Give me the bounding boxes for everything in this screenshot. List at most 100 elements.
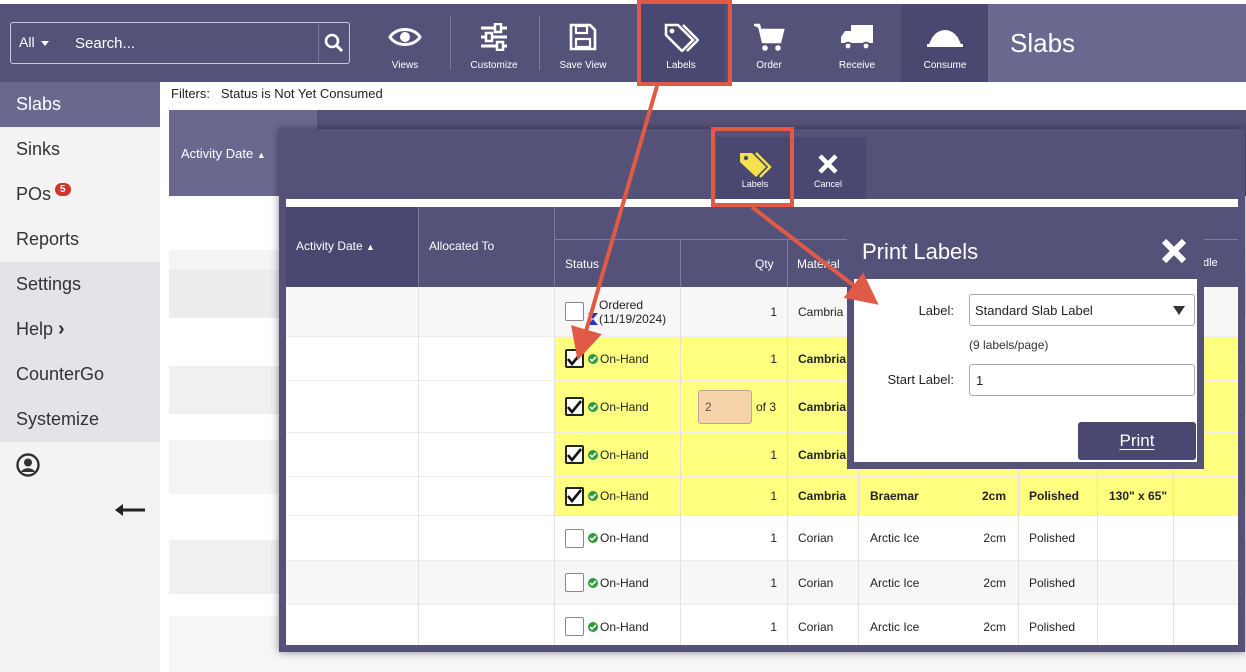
sidebar-item-systemize[interactable]: Systemize xyxy=(0,397,160,442)
status-cell: On-Hand xyxy=(565,381,649,432)
color-cell: Arctic Ice xyxy=(870,619,920,634)
material-cell: Corian xyxy=(798,531,834,545)
column-divider xyxy=(418,207,419,287)
order-button[interactable]: Order xyxy=(725,4,813,82)
allocated-to-column-header[interactable]: Allocated To xyxy=(429,239,494,253)
search-input[interactable] xyxy=(67,24,327,62)
close-icon xyxy=(1161,238,1187,264)
customize-label: Customize xyxy=(470,60,518,71)
status-cell: On-Hand xyxy=(565,561,649,604)
filters-prefix: Filters: xyxy=(171,86,210,101)
background-activity-date-header: Activity Date ▲ xyxy=(181,146,266,161)
table-row[interactable]: On-Hand 1 Corian Arctic Ice 2cm Polished xyxy=(286,605,1238,645)
checkmark-icon xyxy=(567,489,582,503)
status-cell: On-Hand xyxy=(565,433,649,476)
sidebar-item-label: Systemize xyxy=(16,409,100,429)
sidebar-item-countergo[interactable]: CounterGo xyxy=(0,352,160,397)
finish-cell: Polished xyxy=(1029,619,1076,634)
search-scope-dropdown[interactable]: All xyxy=(19,34,49,50)
label-caption: Label: xyxy=(918,303,954,318)
collapse-sidebar-button[interactable] xyxy=(114,502,146,523)
sidebar-item-sinks[interactable]: Sinks xyxy=(0,127,160,172)
row-checkbox[interactable] xyxy=(565,528,584,548)
row-checkbox[interactable] xyxy=(565,302,584,321)
row-checkbox[interactable] xyxy=(565,445,584,464)
color-cell: Arctic Ice xyxy=(870,575,920,590)
color-cell: Arctic Ice xyxy=(870,531,920,545)
row-checkbox[interactable] xyxy=(565,349,584,368)
sidebar-item-settings[interactable]: Settings xyxy=(0,262,160,307)
views-label: Views xyxy=(391,60,419,71)
top-toolbar: All Views Customize Save View Labels Ord… xyxy=(0,0,1246,82)
floppy-disk-icon xyxy=(569,23,597,51)
material-cell: Cambria xyxy=(798,447,847,462)
color-cell: Braemar xyxy=(870,489,919,503)
status-text: On-Hand xyxy=(600,619,649,634)
dialog-title: Print Labels xyxy=(862,239,979,264)
row-checkbox[interactable] xyxy=(565,486,584,506)
label-type-value: Standard Slab Label xyxy=(975,303,1093,318)
edge-column-header[interactable]: dle xyxy=(1203,257,1218,269)
user-circle-icon xyxy=(16,452,40,477)
saw-blade-icon xyxy=(927,30,963,47)
finish-cell: Polished xyxy=(1029,575,1076,590)
material-column-header[interactable]: Material xyxy=(797,257,840,271)
search-button[interactable] xyxy=(318,24,348,62)
shopping-cart-icon xyxy=(754,23,785,51)
sidebar-item-label: Help xyxy=(16,319,54,339)
column-line xyxy=(418,287,419,645)
save-view-button[interactable]: Save View xyxy=(539,4,627,82)
material-cell: Cambria xyxy=(798,351,847,366)
sidebar-item-account[interactable] xyxy=(0,442,160,487)
print-button[interactable]: Print xyxy=(1078,422,1196,460)
check-circle-icon xyxy=(588,491,598,501)
sidebar-item-slabs[interactable]: Slabs xyxy=(0,82,160,127)
receive-button[interactable]: Receive xyxy=(813,4,901,82)
qty-cell: 1 xyxy=(770,351,777,366)
panel-cancel-label: Cancel xyxy=(813,179,842,189)
panel-cancel-button[interactable]: Cancel xyxy=(790,137,866,199)
thickness-cell: 2cm xyxy=(983,575,1006,590)
sidebar-item-reports[interactable]: Reports xyxy=(0,217,160,262)
filters-text[interactable]: Status is Not Yet Consumed xyxy=(221,86,383,101)
label-type-select[interactable]: Standard Slab Label xyxy=(969,294,1195,326)
row-checkbox[interactable] xyxy=(565,397,584,416)
status-cell: Ordered (11/19/2024) xyxy=(565,287,666,336)
sidebar-item-label: CounterGo xyxy=(16,364,105,384)
column-divider xyxy=(787,239,788,287)
table-row[interactable]: On-Hand 1 Corian Arctic Ice 2cm Polished xyxy=(286,561,1238,605)
qty-cell: 1 xyxy=(770,531,777,545)
qty-input[interactable]: 2 xyxy=(698,389,752,424)
hourglass-icon xyxy=(588,312,598,325)
eye-icon xyxy=(388,28,422,46)
check-circle-icon xyxy=(588,621,598,632)
consume-button[interactable]: Consume xyxy=(901,4,989,82)
activity-date-column-header[interactable]: Activity Date ▲ xyxy=(296,239,375,253)
sidebar-item-label: Settings xyxy=(16,274,82,294)
status-text: On-Hand xyxy=(600,447,649,462)
sidebar-item-help[interactable]: Help › xyxy=(0,307,160,352)
column-line xyxy=(554,287,555,645)
qty-column-header[interactable]: Qty xyxy=(755,257,774,271)
column-line xyxy=(680,287,681,645)
labels-callout-highlight xyxy=(637,0,732,86)
table-row[interactable]: On-Hand 1 Cambria Braemar 2cm Polished 1… xyxy=(286,477,1238,516)
row-checkbox[interactable] xyxy=(565,617,584,636)
thickness-cell: 2cm xyxy=(981,489,1006,503)
start-label-input[interactable]: 1 xyxy=(969,364,1195,396)
sidebar-item-pos[interactable]: POs 5 xyxy=(0,172,160,217)
qty-cell: 1 xyxy=(770,447,777,462)
ordered-date: (11/19/2024) xyxy=(599,311,667,326)
status-column-header[interactable]: Status xyxy=(565,257,599,271)
customize-button[interactable]: Customize xyxy=(450,4,538,82)
start-label-caption: Start Label: xyxy=(887,372,955,387)
table-row[interactable]: On-Hand 1 Corian Arctic Ice 2cm Polished xyxy=(286,516,1238,561)
views-button[interactable]: Views xyxy=(361,4,449,82)
dialog-close-button[interactable] xyxy=(1160,237,1188,270)
sidebar-item-label: Sinks xyxy=(16,139,61,159)
material-cell: Cambria xyxy=(798,399,847,414)
row-checkbox[interactable] xyxy=(565,573,584,592)
status-cell: On-Hand xyxy=(565,516,649,560)
search-scope-label: All xyxy=(19,34,35,50)
sidebar-item-label: POs xyxy=(16,184,52,204)
